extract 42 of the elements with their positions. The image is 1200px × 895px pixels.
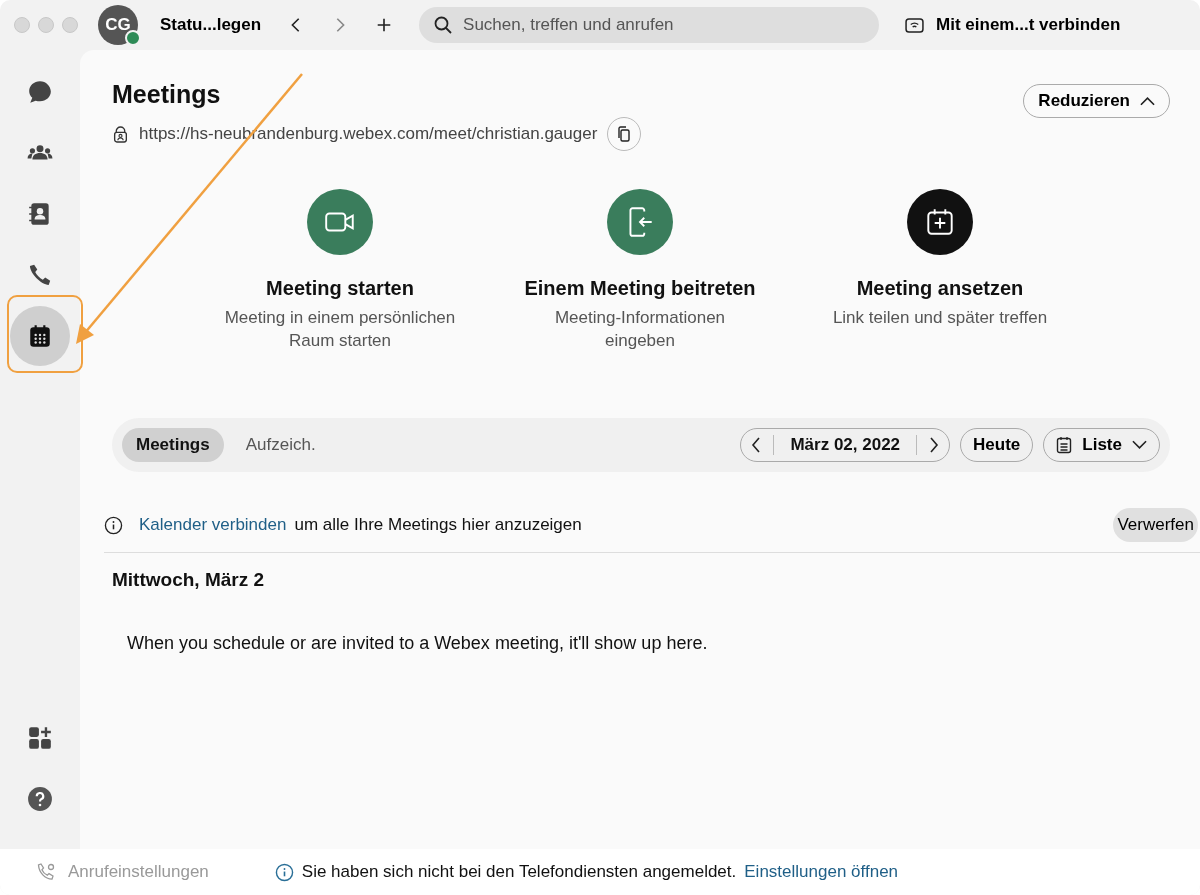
- device-icon: [905, 17, 925, 33]
- next-icon[interactable]: [929, 437, 940, 453]
- tab[interactable]: Aufzeich.: [231, 428, 330, 462]
- chat-bubble-icon: [27, 79, 53, 105]
- collapse-button[interactable]: Reduzieren: [1023, 84, 1170, 118]
- date-label: März 02, 2022: [789, 435, 902, 455]
- add-apps-icon: [27, 725, 53, 751]
- page-title: Meetings: [112, 80, 222, 109]
- chevron-down-icon: [1132, 440, 1147, 450]
- tab[interactable]: Meetings: [122, 428, 224, 462]
- calendar-icon: [27, 323, 53, 349]
- copy-button[interactable]: [607, 117, 642, 151]
- connect-calendar-link[interactable]: Kalender verbinden: [139, 515, 287, 535]
- info-icon: [274, 862, 294, 882]
- status-button[interactable]: Statu...legen: [160, 15, 262, 35]
- day-heading: Mittwoch, März 2: [112, 569, 265, 591]
- help-icon: [27, 786, 53, 812]
- notice-text: um alle Ihre Meetings hier anzuzeigen: [294, 515, 583, 535]
- previous-icon[interactable]: [751, 437, 762, 453]
- info-icon: [104, 515, 123, 535]
- presence-dot: [125, 30, 141, 46]
- chevron-up-icon: [1140, 96, 1155, 106]
- dismiss-button[interactable]: Verwerfen: [1113, 508, 1198, 542]
- phone-settings-icon: [36, 862, 56, 882]
- copy-icon: [616, 126, 633, 142]
- action-description: Link teilen und später treffen: [831, 307, 1049, 329]
- empty-message: When you schedule or are invited to a Webex meeting, it'll show up here.: [127, 633, 709, 654]
- list-icon: [1056, 436, 1073, 454]
- action-title: Einem Meeting beitreten: [524, 277, 756, 300]
- search-icon: [433, 15, 454, 35]
- phone-icon: [27, 262, 53, 288]
- action-title: Meeting starten: [266, 277, 414, 300]
- action-title: Meeting ansetzen: [856, 277, 1024, 300]
- search-field[interactable]: Suchen, treffen und anrufen: [419, 7, 880, 43]
- calendar-nav-item[interactable]: [10, 306, 70, 366]
- action-description: Meeting in einem persönlichen Raum starten: [223, 307, 457, 352]
- connect-device-button[interactable]: Mit einem...t verbinden: [899, 15, 1127, 35]
- action-description: Meeting-Informationen eingeben: [553, 307, 727, 352]
- phone-service-message: Sie haben sich nicht bei den Telefondiensten angemeldet.: [301, 862, 737, 882]
- avatar[interactable]: CG: [98, 5, 138, 45]
- lock-icon: [112, 125, 129, 143]
- open-settings-link[interactable]: Einstellungen öffnen: [744, 862, 899, 882]
